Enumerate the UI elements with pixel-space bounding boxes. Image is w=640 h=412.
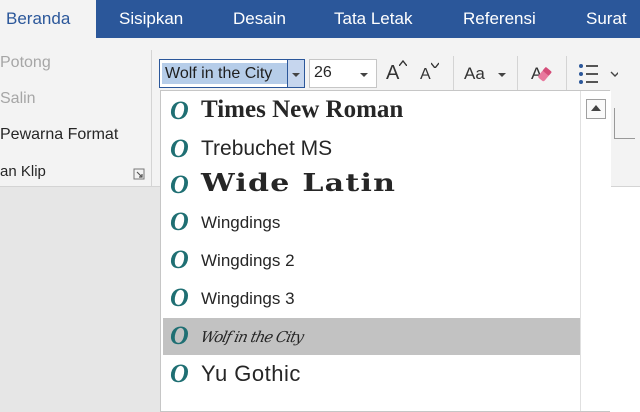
font-item-wingdings-2[interactable]: O Wingdings 2 (163, 242, 580, 279)
separator (566, 56, 567, 90)
font-item-label: Wingdings 2 (201, 251, 295, 270)
font-item-label: Wolf in the City (199, 328, 305, 346)
caret-down-icon (431, 62, 439, 68)
dialog-launcher-icon[interactable] (133, 168, 145, 180)
tab-desain[interactable]: Desain (233, 0, 286, 38)
font-item-label: Wide Latin (201, 168, 397, 197)
font-item-wide-latin[interactable]: O Wide Latin (163, 167, 580, 204)
font-list-scrollbar[interactable] (580, 91, 611, 411)
font-name-dropdown-button[interactable] (288, 59, 305, 88)
font-size-value: 26 (314, 64, 332, 81)
font-item-wingdings[interactable]: O Wingdings (163, 204, 580, 241)
font-item-yu-gothic[interactable]: O Yu Gothic (163, 356, 580, 393)
opentype-icon: O (170, 207, 189, 236)
change-case-button[interactable]: Aa (464, 64, 506, 84)
tab-sisipkan[interactable]: Sisipkan (119, 0, 183, 38)
shrink-font-button[interactable]: A (420, 62, 439, 84)
font-item-label: Times New Roman (201, 96, 404, 123)
tab-referensi[interactable]: Referensi (463, 0, 536, 38)
caret-up-icon (399, 60, 407, 66)
chevron-down-icon (292, 73, 300, 77)
cut-button[interactable]: Potong (0, 54, 51, 72)
opentype-icon: O (170, 245, 189, 274)
font-item-label: Wingdings (201, 213, 281, 232)
font-item-label: Wingdings 3 (201, 289, 295, 308)
grow-font-label: A (386, 62, 400, 84)
font-item-wolf-in-the-city[interactable]: O Wolf in the City (163, 318, 580, 355)
chevron-down-icon (498, 73, 506, 77)
font-item-wingdings-3[interactable]: O Wingdings 3 (163, 280, 580, 317)
tab-beranda[interactable]: Beranda (0, 0, 96, 38)
bullets-icon[interactable] (578, 62, 618, 86)
chevron-down-icon (360, 73, 368, 77)
font-name-input[interactable]: Wolf in the City (159, 59, 288, 88)
scroll-up-button[interactable] (586, 99, 606, 119)
font-item-times-new-roman[interactable]: O Times New Roman (163, 93, 580, 130)
grow-font-button[interactable]: A (386, 60, 407, 85)
separator (453, 56, 454, 90)
arrow-up-icon (591, 105, 601, 111)
font-list-dropdown: O Times New Roman O Trebuchet MS O Wide … (160, 90, 611, 412)
opentype-icon: O (170, 283, 189, 312)
shrink-font-label: A (420, 66, 431, 83)
copy-button[interactable]: Salin (0, 90, 36, 108)
tab-tata-letak[interactable]: Tata Letak (334, 0, 412, 38)
separator (517, 56, 518, 90)
group-separator (151, 50, 152, 190)
font-item-label: Trebuchet MS (201, 137, 333, 160)
change-case-label: Aa (464, 64, 485, 83)
page-corner-mark (614, 108, 635, 139)
format-painter-button[interactable]: Pewarna Format (0, 126, 118, 144)
opentype-icon: O (170, 96, 189, 125)
font-item-label: Yu Gothic (201, 361, 301, 386)
clipboard-group-label: an Klip (0, 163, 46, 180)
clear-formatting-icon[interactable]: A (530, 60, 556, 86)
opentype-icon: O (170, 170, 189, 199)
font-name-value: Wolf in the City (162, 63, 287, 84)
font-size-input[interactable]: 26 (309, 59, 377, 88)
opentype-icon: O (170, 359, 189, 388)
opentype-icon: O (170, 321, 189, 350)
font-item-trebuchet-ms[interactable]: O Trebuchet MS (163, 131, 580, 168)
opentype-icon: O (170, 134, 189, 163)
ribbon-tab-bar: Beranda Sisipkan Desain Tata Letak Refer… (0, 0, 640, 38)
tab-surat[interactable]: Surat (586, 0, 627, 38)
